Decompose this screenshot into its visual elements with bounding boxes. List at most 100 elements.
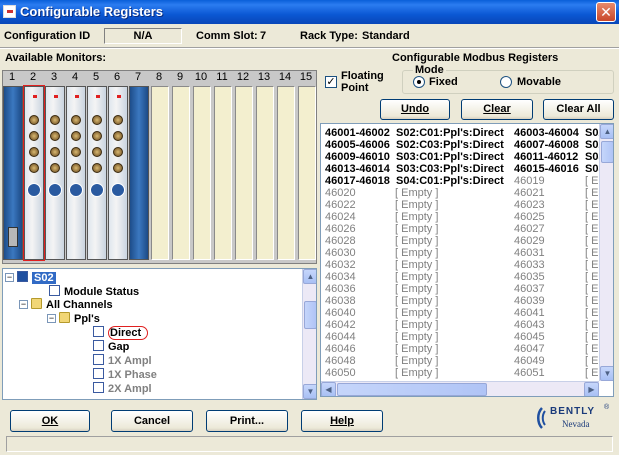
scroll-thumb[interactable] [601,141,613,163]
tree-node[interactable]: Gap [93,340,129,353]
register-address[interactable]: 46039 [514,295,545,307]
scroll-thumb[interactable] [337,383,487,396]
register-value[interactable]: [ Empty ] [395,223,438,235]
mode-movable-radio[interactable] [500,76,512,88]
register-address[interactable]: 46013-46014 [325,163,390,175]
register-address[interactable]: 46047 [514,343,545,355]
register-address[interactable]: 46034 [325,271,356,283]
register-value[interactable]: [ E [585,175,598,187]
monitor-module[interactable] [66,86,86,260]
register-address[interactable]: 46045 [514,331,545,343]
register-address[interactable]: 46027 [514,223,545,235]
register-address[interactable]: 46030 [325,247,356,259]
scroll-up-icon[interactable]: ▲ [303,269,316,284]
register-address[interactable]: 46041 [514,307,545,319]
register-address[interactable]: 46036 [325,283,356,295]
tree-node[interactable]: All Channels [31,298,113,311]
title-bar[interactable]: Configurable Registers ✕ [0,0,619,24]
register-list[interactable]: 46001-46002 S02:C01:Ppl's:Direct 46005-460… [320,123,614,397]
register-address[interactable]: 46025 [514,211,545,223]
empty-slot[interactable] [235,86,253,260]
tree-scrollbar[interactable]: ▲ ▼ [302,269,316,399]
tree-node[interactable]: Ppl's [59,312,100,325]
clear-all-button[interactable]: Clear All [543,99,614,120]
tree-node[interactable]: Direct [93,326,149,340]
register-value[interactable]: [ Empty ] [395,283,438,295]
register-value[interactable]: [ Empty ] [395,367,438,379]
help-button[interactable]: Help [301,410,383,432]
register-address[interactable]: 46024 [325,211,356,223]
monitor-module[interactable] [129,86,149,260]
register-value[interactable]: [ E [585,199,598,211]
register-vscroll[interactable]: ▲ ▼ [599,124,613,381]
register-address[interactable]: 46029 [514,235,545,247]
register-value[interactable]: [ Empty ] [395,211,438,223]
register-address[interactable]: 46040 [325,307,356,319]
register-value[interactable]: [ E [585,247,598,259]
empty-slot[interactable] [214,86,232,260]
scroll-right-icon[interactable]: ▶ [584,382,599,396]
register-address[interactable]: 46037 [514,283,545,295]
collapse-icon[interactable]: − [47,314,56,323]
register-address[interactable]: 46011-46012 [514,151,578,163]
scroll-down-icon[interactable]: ▼ [600,366,613,381]
monitor-module[interactable] [45,86,65,260]
register-address[interactable]: 46022 [325,199,356,211]
register-value[interactable]: [ Empty ] [395,319,438,331]
register-value[interactable]: [ E [585,271,598,283]
channel-tree[interactable]: − S02 Module Status − All Channels − Ppl's Dire… [2,268,317,400]
register-value[interactable]: [ Empty ] [395,247,438,259]
monitor-module[interactable] [23,85,45,261]
print-button[interactable]: Print... [206,410,288,432]
register-value[interactable]: [ Empty ] [395,199,438,211]
register-value[interactable]: [ Empty ] [395,355,438,367]
register-value[interactable]: S03:C03:Ppl's:Direct [396,163,504,175]
scroll-down-icon[interactable]: ▼ [303,384,316,399]
register-address[interactable]: 46021 [514,187,545,199]
register-value[interactable]: [ Empty ] [395,187,438,199]
register-value[interactable]: [ Empty ] [395,343,438,355]
register-value[interactable]: [ E [585,367,598,379]
register-value[interactable]: S02:C01:Ppl's:Direct [396,127,504,139]
register-address[interactable]: 46023 [514,199,545,211]
register-address[interactable]: 46026 [325,223,356,235]
close-button[interactable]: ✕ [596,2,616,22]
register-value[interactable]: [ E [585,223,598,235]
tree-node[interactable]: 2X Ampl [93,382,152,395]
register-address[interactable]: 46042 [325,319,356,331]
clear-button[interactable]: Clear [461,99,533,120]
collapse-icon[interactable]: − [19,300,28,309]
empty-slot[interactable] [256,86,274,260]
register-address[interactable]: 46033 [514,259,545,271]
register-value[interactable]: [ E [585,283,598,295]
register-value[interactable]: S02:C03:Ppl's:Direct [396,139,504,151]
monitor-module[interactable] [87,86,107,260]
register-address[interactable]: 46051 [514,367,545,379]
register-address[interactable]: 46031 [514,247,545,259]
register-value[interactable]: [ Empty ] [395,307,438,319]
register-value[interactable]: [ Empty ] [395,271,438,283]
empty-slot[interactable] [298,86,316,260]
register-address[interactable]: 46019 [514,175,545,187]
register-address[interactable]: 46050 [325,367,356,379]
register-value[interactable]: [ E [585,355,598,367]
register-value[interactable]: [ E [585,187,598,199]
register-address[interactable]: 46038 [325,295,356,307]
register-value[interactable]: [ Empty ] [395,295,438,307]
cancel-button[interactable]: Cancel [111,410,193,432]
monitor-module[interactable] [108,86,128,260]
register-address[interactable]: 46048 [325,355,356,367]
register-value[interactable]: [ E [585,259,598,271]
floating-point-checkbox[interactable]: ✓ [325,76,337,88]
register-address[interactable]: 46009-46010 [325,151,390,163]
register-address[interactable]: 46028 [325,235,356,247]
register-address[interactable]: 46015-46016 [514,163,579,175]
register-address[interactable]: 46020 [325,187,356,199]
register-address[interactable]: 46003-46004 [514,127,579,139]
scroll-up-icon[interactable]: ▲ [600,124,613,139]
register-address[interactable]: 46001-46002 [325,127,390,139]
monitor-module[interactable] [3,86,23,260]
register-value[interactable]: [ E [585,343,598,355]
ok-button[interactable]: OK [10,410,90,432]
tree-node[interactable]: 1X Ampl [93,354,152,367]
